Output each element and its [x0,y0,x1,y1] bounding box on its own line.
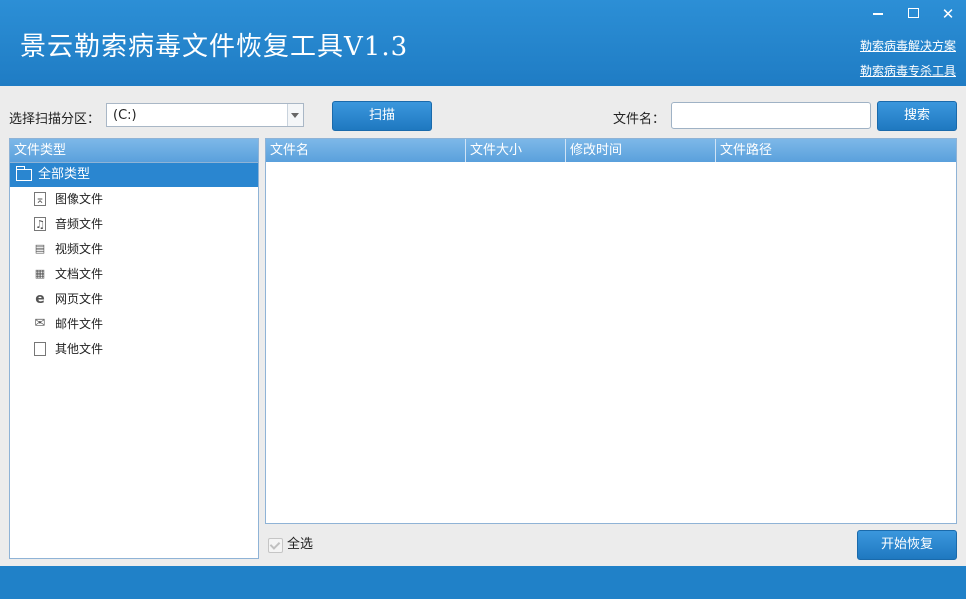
maximize-icon[interactable] [903,5,923,23]
partition-select[interactable]: (C:) [106,103,304,127]
tree-item-label: 视频文件 [55,242,104,256]
partition-value: (C:) [113,108,137,123]
other-file-icon [34,342,46,356]
chevron-down-icon[interactable] [287,104,303,126]
file-type-tree: 文件类型 全部类型 ⌅ 图像文件 ♫ 音频文件 ▤ 视频文件 ▦ 文档文件 e … [9,138,259,559]
tree-item-label: 全部类型 [38,167,91,182]
select-all-label: 全选 [287,537,314,552]
tree-item-label: 图像文件 [55,192,104,206]
tree-item-label: 邮件文件 [55,317,104,331]
filename-input[interactable] [671,102,871,129]
web-file-icon: e [35,291,45,307]
ransomware-removal-tool-link[interactable]: 勒索病毒专杀工具 [860,62,956,79]
title-bar: 景云勒索病毒文件恢复工具V1.3 ✕ 勒索病毒解决方案 勒索病毒专杀工具 [0,0,966,86]
audio-file-icon: ♫ [34,217,46,231]
column-header-filesize[interactable]: 文件大小 [466,139,566,162]
tree-item-label: 音频文件 [55,217,104,231]
tree-item-mail[interactable]: ✉ 邮件文件 [10,312,258,337]
filename-label: 文件名： [613,112,666,127]
mail-file-icon: ✉ [34,316,46,331]
partition-label: 选择扫描分区： [9,112,101,127]
column-header-path[interactable]: 文件路径 [716,139,956,162]
close-icon[interactable]: ✕ [938,5,958,23]
folder-icon [16,166,32,181]
tree-item-all[interactable]: 全部类型 [10,163,258,187]
column-header-filename[interactable]: 文件名 [266,139,466,162]
tree-item-label: 其他文件 [55,342,104,356]
tree-item-audio[interactable]: ♫ 音频文件 [10,212,258,237]
scan-button[interactable]: 扫描 [332,101,432,131]
minimize-icon[interactable] [868,5,888,23]
tree-item-other[interactable]: 其他文件 [10,337,258,362]
select-all[interactable]: 全选 [268,537,313,553]
file-list-table: 文件名 文件大小 修改时间 文件路径 [265,138,957,524]
tree-header: 文件类型 [10,139,258,163]
tree-item-label: 文档文件 [55,267,104,281]
status-bar [0,566,966,599]
video-file-icon: ▤ [34,242,46,255]
column-header-modified[interactable]: 修改时间 [566,139,716,162]
select-all-checkbox[interactable] [268,537,283,553]
tree-item-image[interactable]: ⌅ 图像文件 [10,187,258,212]
tree-item-video[interactable]: ▤ 视频文件 [10,237,258,262]
search-button[interactable]: 搜索 [877,101,957,131]
start-recovery-button[interactable]: 开始恢复 [857,530,957,560]
image-file-icon: ⌅ [34,192,46,206]
document-file-icon: ▦ [34,267,46,280]
app-title: 景云勒索病毒文件恢复工具V1.3 [20,32,409,62]
tree-item-web[interactable]: e 网页文件 [10,287,258,312]
ransomware-solution-link[interactable]: 勒索病毒解决方案 [860,37,956,54]
tree-item-document[interactable]: ▦ 文档文件 [10,262,258,287]
tree-item-label: 网页文件 [55,292,104,306]
